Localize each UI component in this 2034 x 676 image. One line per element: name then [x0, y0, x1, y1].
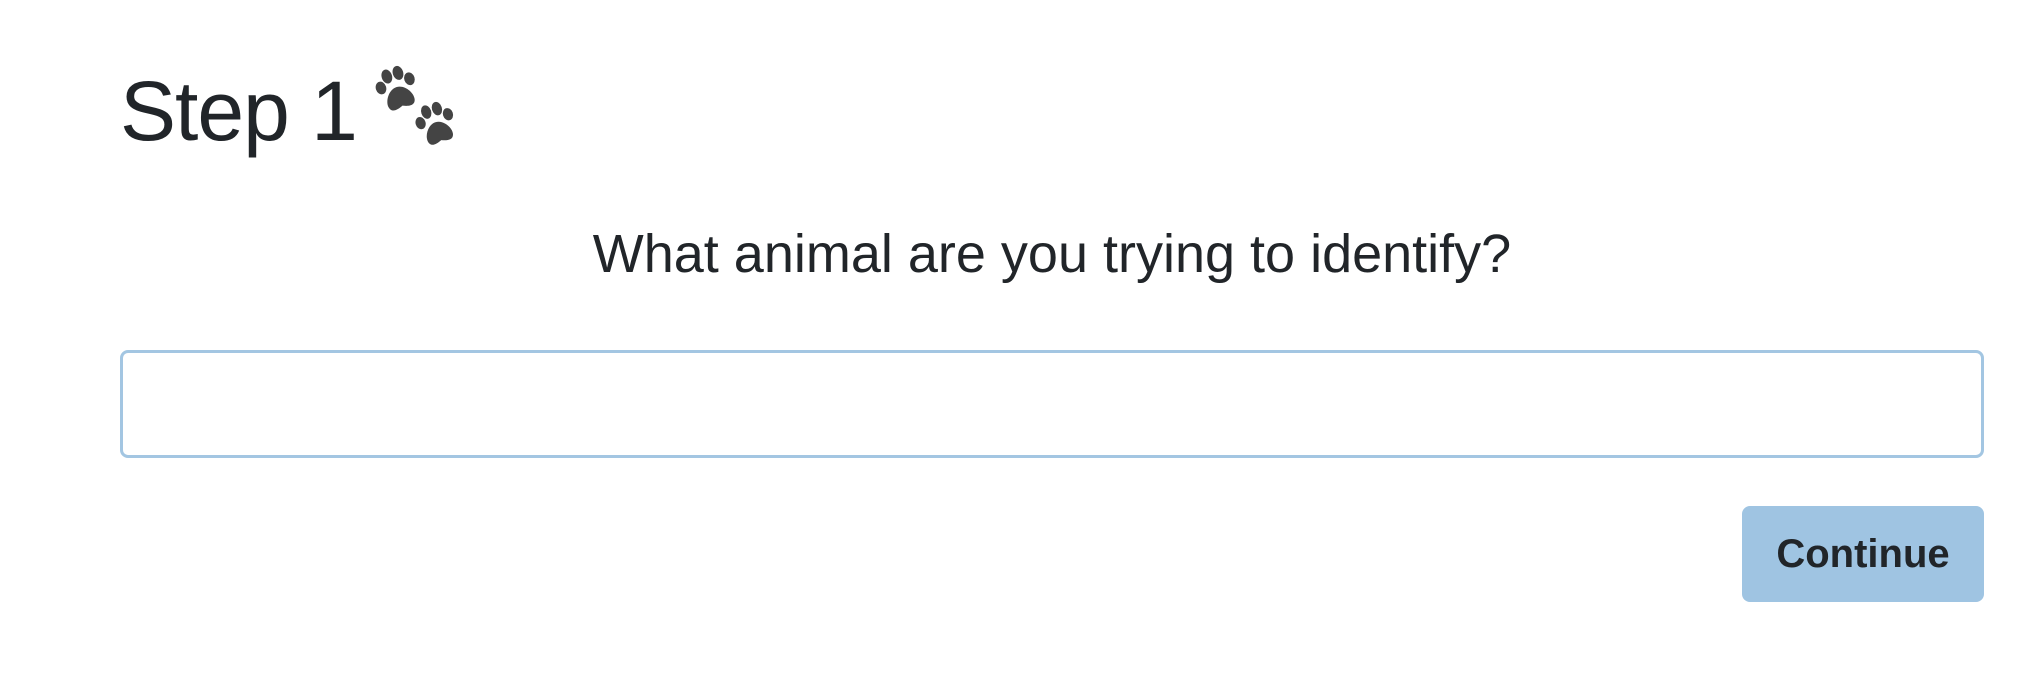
animal-input[interactable] [120, 350, 1984, 458]
page-title: Step 1 [120, 56, 463, 166]
step-label: Step 1 [120, 64, 358, 158]
step-page: Step 1 What animal are you trying to ide… [0, 0, 2034, 676]
continue-button[interactable]: Continue [1742, 506, 1984, 602]
question-label: What animal are you trying to identify? [592, 224, 1512, 284]
paw-prints-icon [371, 65, 463, 149]
